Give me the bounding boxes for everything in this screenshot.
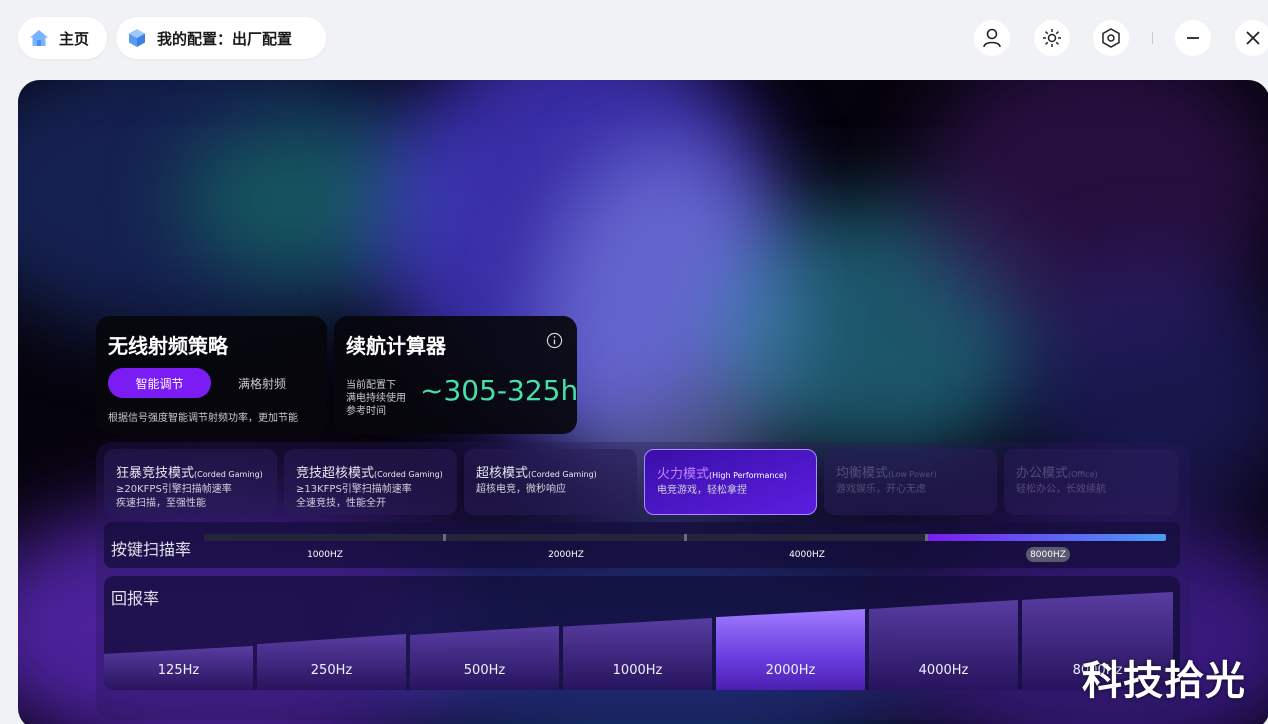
config-label: 我的配置：出厂配置	[157, 29, 293, 48]
scan-option-2000hz[interactable]: 2000HZ	[544, 547, 588, 562]
report-option-label: 4000Hz	[918, 663, 969, 678]
home-button[interactable]: 主页	[18, 17, 107, 59]
brightness-icon	[1043, 29, 1061, 47]
report-option-label: 1000Hz	[612, 663, 663, 678]
scan-rate-tick	[925, 534, 928, 541]
key-scan-rate-title: 按键扫描率	[111, 540, 192, 559]
scan-rate-tick	[684, 534, 687, 541]
mode-line1: ≥13KFPS引擎扫描帧速率	[296, 484, 412, 495]
user-button[interactable]	[974, 20, 1010, 56]
mode-title: 竞技超核模式(Corded Gaming)	[296, 466, 443, 481]
cube-icon	[126, 27, 148, 49]
mode-line2: 全速竞技，性能全开	[296, 498, 386, 509]
battery-calculator-title: 续航计算器	[346, 334, 446, 358]
scan-rate-slider[interactable]	[204, 534, 1166, 541]
mode-line1: ≥20KFPS引擎扫描帧速率	[116, 484, 232, 495]
mode-title: 火力模式(High Performance)	[657, 467, 787, 482]
report-option-1000hz[interactable]: 1000Hz	[563, 618, 712, 690]
home-icon	[28, 27, 50, 49]
mode-title: 超核模式(Corded Gaming)	[476, 466, 597, 481]
mode-line1: 电竞游戏，轻松拿捏	[657, 485, 747, 496]
report-option-label: 2000Hz	[765, 663, 816, 678]
mode-card-frenzy[interactable]: 狂暴竞技模式(Corded Gaming) ≥20KFPS引擎扫描帧速率 疾速扫…	[104, 449, 277, 515]
report-rate-title: 回报率	[111, 589, 160, 608]
smart-adjust-button[interactable]: 智能调节	[108, 368, 211, 398]
report-option-125hz[interactable]: 125Hz	[104, 646, 253, 690]
report-option-4000hz[interactable]: 4000Hz	[869, 600, 1018, 690]
report-option-label: 125Hz	[157, 663, 200, 678]
mode-title: 办公模式(Office)	[1016, 466, 1098, 481]
minimize-button[interactable]	[1175, 20, 1211, 56]
mode-line2: 疾速扫描，至强性能	[116, 498, 206, 509]
report-option-500hz[interactable]: 500Hz	[410, 626, 559, 690]
mode-title: 均衡模式(Low Power)	[836, 466, 937, 481]
scan-rate-fill	[926, 534, 1166, 541]
full-rf-button[interactable]: 满格射频	[222, 368, 302, 398]
mode-title: 狂暴竞技模式(Corded Gaming)	[116, 466, 263, 481]
mode-card-competitive-ultra[interactable]: 竞技超核模式(Corded Gaming) ≥13KFPS引擎扫描帧速率 全速竞…	[284, 449, 457, 515]
report-option-2000hz[interactable]: 2000Hz	[716, 609, 865, 690]
mode-card-ultra[interactable]: 超核模式(Corded Gaming) 超核电竞，微秒响应	[464, 449, 637, 515]
report-option-label: 250Hz	[310, 663, 353, 678]
mode-card-firepower[interactable]: 火力模式(High Performance) 电竞游戏，轻松拿捏	[644, 449, 817, 515]
scan-rate-tick	[443, 534, 446, 541]
user-icon	[983, 28, 1001, 48]
rf-strategy-description: 根据信号强度智能调节射频功率，更加节能	[108, 413, 298, 424]
toolbar-divider	[1152, 32, 1153, 44]
watermark-text: 科技拾光	[1082, 658, 1246, 704]
report-option-label: 500Hz	[463, 663, 506, 678]
scan-option-1000hz[interactable]: 1000HZ	[303, 547, 347, 562]
report-rate-section: 回报率 125Hz 250Hz 500Hz 1000Hz 2000Hz 4000…	[104, 576, 1180, 690]
report-option-250hz[interactable]: 250Hz	[257, 634, 406, 690]
key-scan-rate-section: 按键扫描率 1000HZ 2000HZ 4000HZ 8000HZ	[104, 522, 1180, 568]
mode-line1: 轻松办公，长效续航	[1016, 484, 1106, 495]
rf-strategy-card: 无线射频策略 智能调节 满格射频 根据信号强度智能调节射频功率，更加节能	[96, 316, 327, 434]
mode-line1: 超核电竞，微秒响应	[476, 484, 566, 495]
home-label: 主页	[59, 29, 90, 48]
settings-hex-icon	[1102, 28, 1120, 48]
close-button[interactable]	[1235, 20, 1268, 56]
battery-life-value: ~305-325h	[420, 374, 579, 407]
minimize-icon	[1187, 37, 1199, 39]
mode-card-balanced[interactable]: 均衡模式(Low Power) 游戏娱乐，开心无虑	[824, 449, 997, 515]
main-canvas: 无线射频策略 智能调节 满格射频 根据信号强度智能调节射频功率，更加节能 续航计…	[18, 80, 1268, 724]
title-bar: 主页 我的配置：出厂配置	[0, 0, 1268, 76]
mode-line1: 游戏娱乐，开心无虑	[836, 484, 926, 495]
config-selector[interactable]: 我的配置：出厂配置	[116, 17, 326, 59]
scan-option-8000hz[interactable]: 8000HZ	[1026, 547, 1070, 562]
battery-calculator-card: 续航计算器 当前配置下 满电持续使用 参考时间 ~305-325h	[334, 316, 579, 434]
settings-button[interactable]	[1093, 20, 1129, 56]
rf-strategy-title: 无线射频策略	[108, 334, 228, 358]
mode-card-office[interactable]: 办公模式(Office) 轻松办公，长效续航	[1004, 449, 1178, 515]
brightness-button[interactable]	[1034, 20, 1070, 56]
close-icon	[1246, 31, 1260, 45]
scan-option-4000hz[interactable]: 4000HZ	[785, 547, 829, 562]
calc-label-line3: 参考时间	[346, 406, 386, 417]
info-icon[interactable]	[546, 332, 563, 349]
